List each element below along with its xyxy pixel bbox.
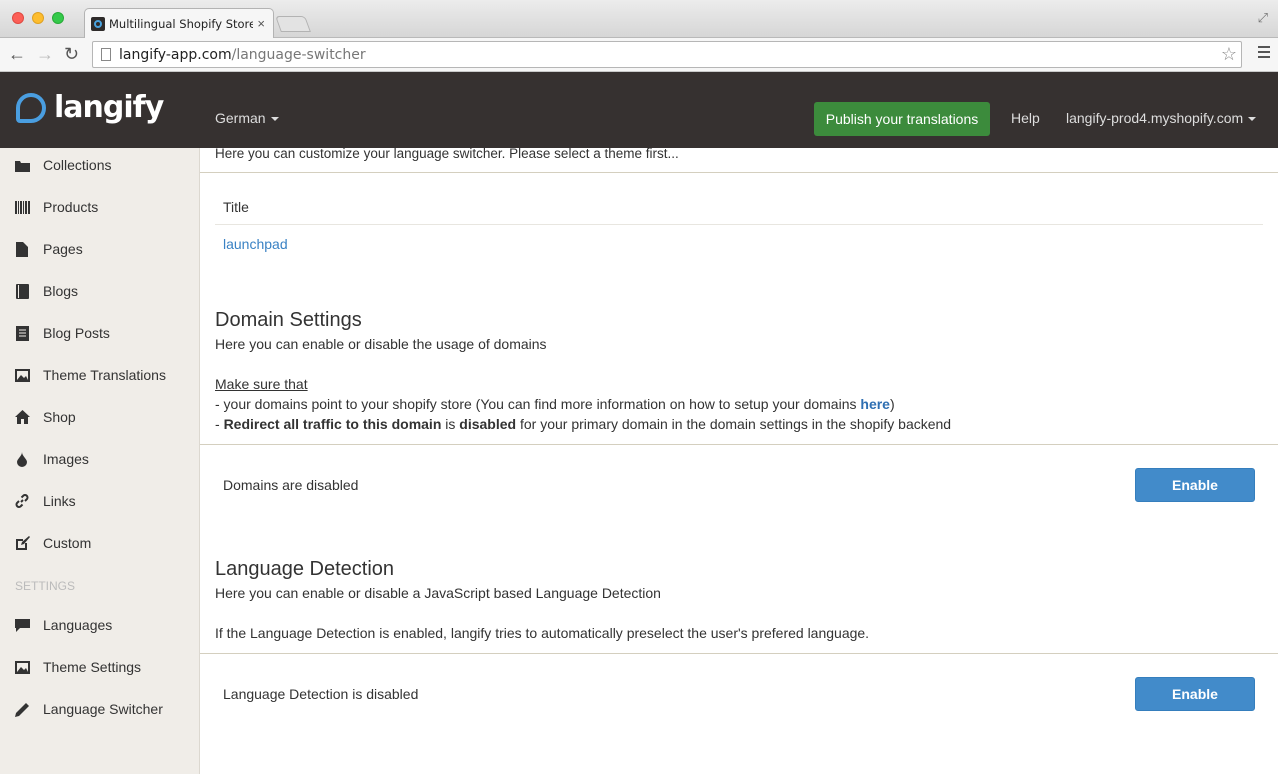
sidebar-item-theme-translations[interactable]: Theme Translations	[0, 354, 199, 396]
bookmark-star-icon[interactable]: ☆	[1221, 44, 1237, 65]
tab-title: Multilingual Shopify Stores	[109, 16, 254, 31]
file-icon	[14, 241, 30, 257]
link-icon	[14, 493, 30, 509]
sidebar-item-links[interactable]: Links	[0, 480, 199, 522]
tab-close-icon[interactable]: ×	[257, 16, 265, 31]
sidebar: Collections Products Pages Blogs Blog Po…	[0, 148, 200, 774]
browser-menu-icon[interactable]	[1258, 46, 1270, 61]
language-dropdown[interactable]: German	[215, 110, 279, 126]
sidebar-item-languages[interactable]: Languages	[0, 604, 199, 646]
sidebar-item-label: Theme Translations	[43, 367, 166, 383]
logo[interactable]: langify	[16, 90, 164, 125]
window-close-button[interactable]	[12, 12, 24, 24]
sidebar-item-label: Blog Posts	[43, 325, 110, 341]
themes-table-header: Title	[223, 199, 249, 215]
caret-down-icon	[1248, 117, 1257, 122]
domain-requirement-1: - your domains point to your shopify sto…	[215, 396, 895, 412]
sidebar-item-label: Language Switcher	[43, 701, 163, 717]
sidebar-item-pages[interactable]: Pages	[0, 228, 199, 270]
browser-toolbar: ← → ↻ langify-app.com/language-switcher …	[0, 38, 1278, 72]
window-maximize-button[interactable]	[52, 12, 64, 24]
sidebar-item-label: Collections	[43, 157, 112, 173]
table-divider	[215, 224, 1263, 225]
domains-status: Domains are disabled	[223, 477, 359, 493]
shop-dropdown[interactable]: langify-prod4.myshopify.com	[1066, 110, 1257, 126]
sidebar-item-blog-posts[interactable]: Blog Posts	[0, 312, 199, 354]
pencil-icon	[14, 701, 30, 717]
language-detection-note: If the Language Detection is enabled, la…	[215, 625, 870, 641]
make-sure-heading: Make sure that	[215, 376, 308, 392]
folder-icon	[14, 157, 30, 173]
comment-icon	[14, 617, 30, 633]
settings-heading: SETTINGS	[15, 579, 76, 593]
publish-translations-button[interactable]: Publish your translations	[814, 102, 990, 136]
sidebar-item-theme-settings[interactable]: Theme Settings	[0, 646, 199, 688]
picture-icon	[14, 367, 30, 383]
language-dropdown-label: German	[215, 110, 266, 126]
langify-logo-icon	[16, 92, 46, 123]
drop-icon	[14, 451, 30, 467]
new-tab-button[interactable]	[275, 16, 311, 32]
domain-requirement-2: - Redirect all traffic to this domain is…	[215, 416, 952, 432]
address-bar[interactable]: langify-app.com/language-switcher ☆	[92, 41, 1242, 68]
sidebar-item-label: Shop	[43, 409, 76, 425]
home-icon	[14, 409, 30, 425]
window-minimize-button[interactable]	[32, 12, 44, 24]
language-detection-status: Language Detection is disabled	[223, 686, 419, 702]
enable-language-detection-button[interactable]: Enable	[1135, 677, 1255, 711]
sidebar-item-label: Theme Settings	[43, 659, 142, 675]
theme-link-launchpad[interactable]: launchpad	[223, 236, 288, 252]
domain-settings-title: Domain Settings	[215, 309, 362, 331]
forward-arrow-icon[interactable]: →	[36, 44, 54, 64]
browser-titlebar: Multilingual Shopify Stores × ⤢	[0, 0, 1278, 38]
sidebar-item-shop[interactable]: Shop	[0, 396, 199, 438]
picture-icon	[14, 659, 30, 675]
caret-down-icon	[270, 117, 279, 122]
sidebar-item-products[interactable]: Products	[0, 186, 199, 228]
divider	[200, 653, 1278, 654]
sidebar-item-label: Links	[43, 493, 76, 509]
back-arrow-icon[interactable]: ←	[8, 44, 26, 64]
sidebar-item-collections[interactable]: Collections	[0, 144, 199, 186]
help-link[interactable]: Help	[1011, 110, 1040, 126]
logo-text: langify	[54, 90, 164, 125]
url-text[interactable]: langify-app.com/language-switcher	[119, 47, 366, 63]
domain-help-link[interactable]: here	[860, 396, 890, 412]
language-detection-title: Language Detection	[215, 558, 395, 580]
fullscreen-icon[interactable]: ⤢	[1258, 10, 1268, 26]
langify-favicon-icon	[91, 16, 105, 31]
enable-domains-button[interactable]: Enable	[1135, 468, 1255, 502]
sidebar-item-language-switcher[interactable]: Language Switcher	[0, 688, 199, 730]
shop-dropdown-label: langify-prod4.myshopify.com	[1066, 110, 1244, 126]
barcode-icon	[14, 199, 30, 215]
edit-icon	[14, 535, 30, 551]
sidebar-item-images[interactable]: Images	[0, 438, 199, 480]
sidebar-item-custom[interactable]: Custom	[0, 522, 199, 564]
sidebar-item-label: Languages	[43, 617, 113, 633]
sidebar-item-label: Products	[43, 199, 99, 215]
sidebar-item-label: Images	[43, 451, 89, 467]
domain-settings-description: Here you can enable or disable the usage…	[215, 336, 547, 352]
sidebar-item-label: Blogs	[43, 283, 79, 299]
page-icon	[101, 48, 111, 61]
reload-icon[interactable]: ↻	[64, 44, 79, 64]
book-icon	[14, 283, 30, 299]
divider	[200, 444, 1278, 445]
divider	[200, 172, 1278, 173]
intro-text: Here you can customize your language swi…	[215, 146, 679, 161]
language-detection-description: Here you can enable or disable a JavaScr…	[215, 585, 661, 601]
sidebar-item-label: Custom	[43, 535, 92, 551]
sidebar-item-blogs[interactable]: Blogs	[0, 270, 199, 312]
list-icon	[14, 325, 30, 341]
sidebar-item-label: Pages	[43, 241, 83, 257]
browser-tab[interactable]: Multilingual Shopify Stores ×	[84, 8, 274, 38]
main-content: Here you can customize your language swi…	[200, 146, 1278, 774]
